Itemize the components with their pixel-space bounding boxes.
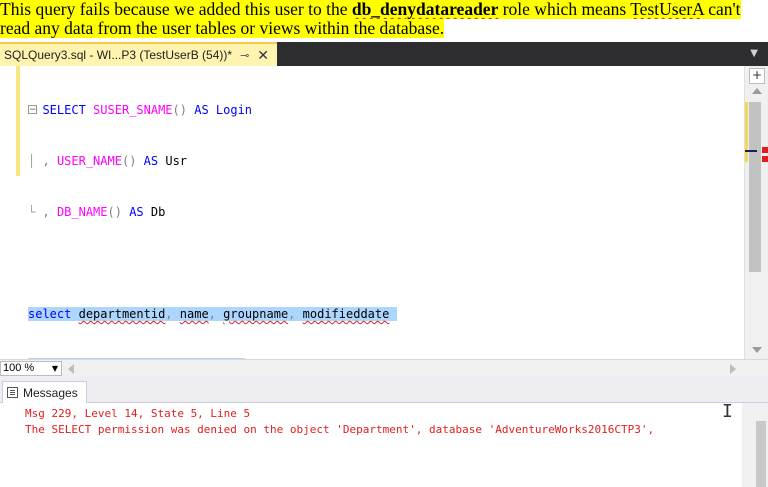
- tab-messages-label: Messages: [23, 385, 78, 400]
- scroll-down-icon[interactable]: [752, 347, 762, 353]
- caret-marker: [745, 150, 757, 152]
- annotation-text: can't: [703, 0, 741, 19]
- editor-vertical-scrollbar[interactable]: +: [744, 66, 768, 359]
- scroll-thumb[interactable]: [756, 421, 766, 487]
- scrollbar-corner: [744, 360, 768, 377]
- code-line-2: │ , USER_NAME() AS Usr: [28, 154, 188, 168]
- code-line-1: − SELECT SUSER_SNAME() AS Login: [28, 103, 253, 117]
- code-line-5: select departmentid, name, groupname, mo…: [28, 306, 397, 323]
- close-icon[interactable]: ✕: [257, 47, 269, 64]
- error-marker: [762, 147, 768, 153]
- change-margin: [16, 66, 20, 176]
- results-tab-bar: Messages: [0, 377, 768, 403]
- code-line-3: └ , DB_NAME() AS Db: [28, 205, 166, 219]
- zoom-value: 100 %: [3, 362, 35, 374]
- change-marker: [745, 102, 748, 162]
- chevron-down-icon[interactable]: ▼: [52, 362, 58, 375]
- tab-messages[interactable]: Messages: [2, 381, 87, 403]
- editor-horizontal-bar: 100 % ▼: [0, 359, 768, 377]
- scroll-right-icon[interactable]: [730, 364, 736, 374]
- annotation-line-1: This query fails because we added this u…: [0, 0, 741, 19]
- messages-pane[interactable]: Msg 229, Level 14, State 5, Line 5 The S…: [0, 401, 768, 487]
- annotation-text: This query fails because we added this u…: [0, 0, 352, 19]
- query-tab[interactable]: SQLQuery3.sql - WI...P3 (TestUserB (54))…: [0, 42, 278, 66]
- query-tab-title: SQLQuery3.sql - WI...P3 (TestUserB (54))…: [4, 48, 233, 62]
- collapse-icon[interactable]: −: [28, 105, 37, 115]
- scroll-left-icon[interactable]: [68, 364, 74, 374]
- error-message-line: The SELECT permission was denied on the …: [25, 423, 655, 436]
- messages-icon: [7, 387, 18, 398]
- error-marker: [762, 156, 768, 162]
- split-window-icon[interactable]: +: [749, 68, 765, 84]
- query-editor[interactable]: − SELECT SUSER_SNAME() AS Login │ , USER…: [0, 66, 768, 372]
- scroll-thumb[interactable]: [749, 102, 761, 272]
- error-message-line: Msg 229, Level 14, State 5, Line 5: [25, 407, 251, 420]
- annotation-banner: This query fails because we added this u…: [0, 0, 768, 42]
- role-name: db_denydatareader: [351, 0, 499, 19]
- messages-vertical-scrollbar[interactable]: [742, 403, 768, 487]
- pin-icon[interactable]: ⊸: [240, 49, 249, 62]
- user-name: TestUserA: [630, 0, 704, 19]
- zoom-select[interactable]: 100 % ▼: [0, 361, 62, 376]
- tab-list-dropdown-icon[interactable]: ▼: [750, 48, 758, 59]
- document-tab-bar: SQLQuery3.sql - WI...P3 (TestUserB (54))…: [0, 42, 768, 66]
- annotation-text: role which means: [498, 0, 631, 19]
- scroll-up-icon[interactable]: [752, 88, 762, 94]
- annotation-line-2: read any data from the user tables or vi…: [0, 19, 445, 38]
- text-cursor-icon: I: [722, 401, 733, 422]
- code-area[interactable]: − SELECT SUSER_SNAME() AS Login │ , USER…: [28, 68, 397, 408]
